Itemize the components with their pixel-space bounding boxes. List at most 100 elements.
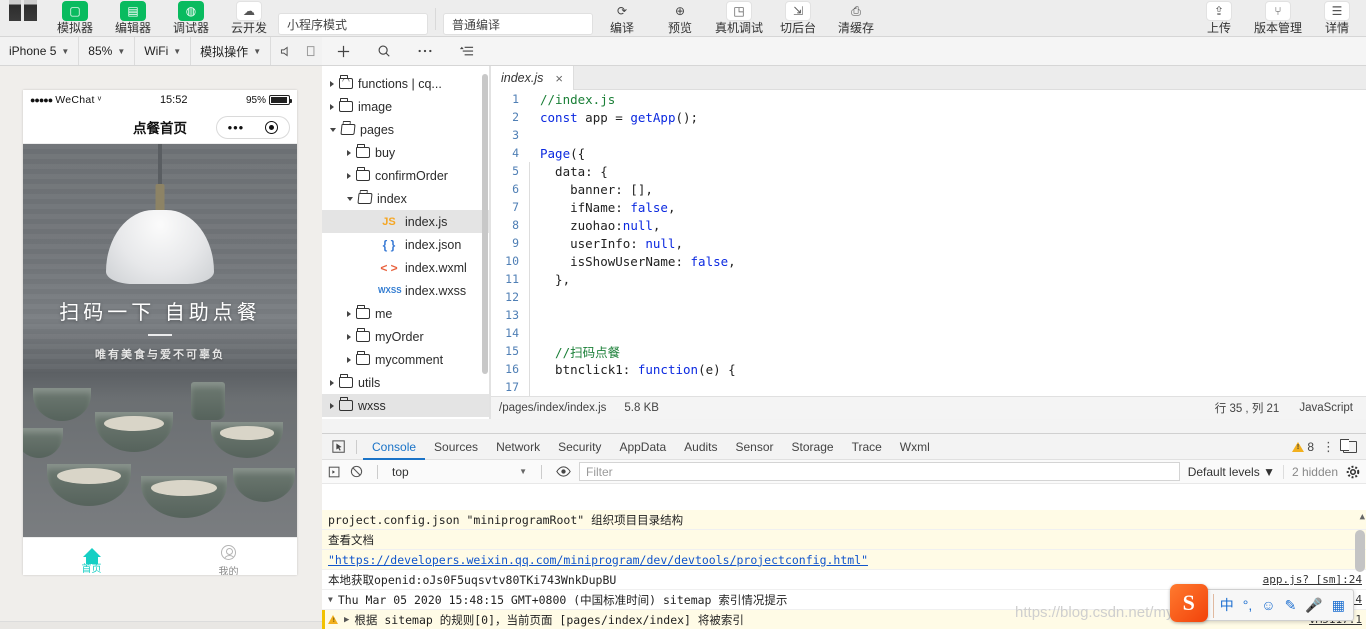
toolbar-background[interactable]: ⇲ 切后台: [769, 0, 827, 36]
devtools-tab-sources[interactable]: Sources: [425, 434, 487, 460]
devtools-tab-trace[interactable]: Trace: [843, 434, 891, 460]
tree-item[interactable]: utils: [322, 371, 489, 394]
devtools-tab-console[interactable]: Console: [363, 434, 425, 460]
chevron-down-icon[interactable]: [347, 196, 353, 201]
search-icon[interactable]: [377, 44, 391, 58]
console-log-row[interactable]: 查看文档: [322, 530, 1366, 550]
tab-index-js[interactable]: index.js ×: [491, 66, 574, 90]
rotate-icon[interactable]: [303, 43, 319, 59]
avatar[interactable]: [0, 0, 46, 36]
sogou-logo-icon[interactable]: S: [1169, 584, 1208, 622]
tree-item[interactable]: JSapp.js: [322, 417, 489, 419]
file-tree[interactable]: functions | cq... image pages buy confirmOrd…: [322, 66, 490, 419]
tree-item[interactable]: { } index.json: [322, 233, 489, 256]
chevron-right-icon[interactable]: [330, 80, 334, 87]
no-entry-icon[interactable]: [350, 465, 363, 478]
toolbar-upload[interactable]: ⇪ 上传: [1190, 0, 1248, 36]
toolbar-version[interactable]: ⑂ 版本管理: [1248, 0, 1308, 36]
context-select[interactable]: top ▼: [392, 463, 527, 481]
ime-chinese-toggle[interactable]: 中: [1220, 595, 1234, 615]
add-icon[interactable]: [336, 44, 351, 59]
tree-item[interactable]: index: [322, 187, 489, 210]
tree-item[interactable]: pages: [322, 118, 489, 141]
console-log-row[interactable]: project.config.json "miniprogramRoot" 组织…: [322, 510, 1366, 530]
expand-toggle-icon[interactable]: ▶: [344, 615, 349, 625]
chevron-right-icon[interactable]: [347, 172, 351, 179]
toolbar-device-debug[interactable]: ◳ 真机调试: [709, 0, 769, 36]
chevron-right-icon[interactable]: [347, 310, 351, 317]
toolbar-detail[interactable]: ☰ 详情: [1308, 0, 1366, 36]
toolbar-simulator[interactable]: ▢ 模拟器: [46, 0, 104, 36]
expand-toggle-icon[interactable]: ▼: [328, 595, 333, 604]
eye-icon[interactable]: [556, 465, 571, 478]
capsule-button[interactable]: •••: [216, 116, 290, 139]
file-tree-scrollbar[interactable]: [482, 74, 488, 374]
punctuation-icon[interactable]: °,: [1243, 597, 1253, 613]
tree-item[interactable]: < > index.wxml: [322, 256, 489, 279]
tree-item[interactable]: functions | cq...: [322, 72, 489, 95]
console-source-link[interactable]: app.js? [sm]:24: [1253, 573, 1362, 586]
console-filter-input[interactable]: [579, 462, 1180, 481]
tree-item[interactable]: confirmOrder: [322, 164, 489, 187]
capsule-close-icon[interactable]: [265, 121, 279, 134]
tab-me[interactable]: 我的: [160, 538, 297, 575]
capsule-menu-icon[interactable]: •••: [228, 121, 245, 134]
clear-console-icon[interactable]: [328, 465, 342, 479]
console-scrollbar[interactable]: [1355, 530, 1365, 572]
chevron-right-icon[interactable]: [347, 356, 351, 363]
log-levels-select[interactable]: Default levels ▼: [1188, 465, 1275, 479]
toolbar-compile[interactable]: ⟳ 编译: [593, 0, 651, 36]
console-log-row[interactable]: 本地获取openid:oJs0F5uqsvtv80TKi743WnkDupBU a…: [322, 570, 1366, 590]
tree-item[interactable]: buy: [322, 141, 489, 164]
outline-icon[interactable]: [459, 44, 474, 58]
tree-item[interactable]: mycomment: [322, 348, 489, 371]
volume-icon[interactable]: [277, 43, 293, 59]
hero-banner[interactable]: 扫码一下 自助点餐 唯有美食与爱不可辜负 开始点餐: [23, 144, 297, 537]
toolbar-debugger[interactable]: ◍ 调试器: [162, 0, 220, 36]
devtools-tab-sensor[interactable]: Sensor: [727, 434, 783, 460]
chevron-right-icon[interactable]: [330, 402, 334, 409]
devtools-tab-audits[interactable]: Audits: [675, 434, 726, 460]
devtools-tab-network[interactable]: Network: [487, 434, 549, 460]
tree-item[interactable]: myOrder: [322, 325, 489, 348]
chevron-down-icon[interactable]: [330, 127, 336, 132]
chevron-right-icon[interactable]: [330, 379, 334, 386]
qr-keyboard-icon[interactable]: ▦: [1332, 597, 1345, 614]
devtools-tab-appdata[interactable]: AppData: [610, 434, 675, 460]
tree-item[interactable]: JS index.js: [322, 210, 489, 233]
devtools-tab-wxml[interactable]: Wxml: [891, 434, 939, 460]
tree-item[interactable]: WXSS index.wxss: [322, 279, 489, 302]
tree-item[interactable]: wxss: [322, 394, 489, 417]
kebab-menu-icon[interactable]: ⋮: [1322, 440, 1335, 453]
emoji-icon[interactable]: ☺: [1261, 597, 1275, 613]
tree-item[interactable]: image: [322, 95, 489, 118]
mode-field[interactable]: 小程序模式: [278, 13, 428, 35]
devtools-tab-security[interactable]: Security: [549, 434, 610, 460]
tab-home[interactable]: 首页: [23, 538, 160, 575]
toolbar-clear-cache[interactable]: ⎙ 清缓存: [827, 0, 885, 36]
inspect-element-icon[interactable]: [328, 439, 350, 454]
simulate-operation-select[interactable]: 模拟操作 ▼: [191, 37, 272, 65]
toolbar-preview[interactable]: ⊕ 预览: [651, 0, 709, 36]
network-select[interactable]: WiFi ▼: [135, 37, 192, 65]
device-select[interactable]: iPhone 5 ▼: [0, 37, 80, 65]
pen-icon[interactable]: ✎: [1285, 597, 1297, 614]
settings-gear-icon[interactable]: [1346, 465, 1360, 479]
zoom-select[interactable]: 85% ▼: [79, 37, 136, 65]
console-scroll-up-arrow[interactable]: ▲: [1360, 512, 1365, 522]
warning-count[interactable]: 8: [1292, 440, 1314, 454]
devtools-tab-storage[interactable]: Storage: [783, 434, 843, 460]
toolbar-cloud[interactable]: ☁ 云开发: [220, 0, 278, 36]
compile-mode-field[interactable]: 普通编译: [443, 13, 593, 35]
toolbar-editor[interactable]: ▤ 编辑器: [104, 0, 162, 36]
more-icon[interactable]: [417, 44, 433, 58]
chevron-right-icon[interactable]: [347, 149, 351, 156]
dock-position-icon[interactable]: [1340, 438, 1357, 453]
tree-item[interactable]: me: [322, 302, 489, 325]
console-log-row[interactable]: "https://developers.weixin.qq.com/minipr…: [322, 550, 1366, 570]
chevron-right-icon[interactable]: [347, 333, 351, 340]
chevron-right-icon[interactable]: [330, 103, 334, 110]
mic-icon[interactable]: 🎤: [1305, 597, 1322, 614]
code-area[interactable]: 1 //index.js 2 const app = getApp(); 3 4 Page(…: [491, 90, 1366, 396]
close-icon[interactable]: ×: [555, 71, 563, 86]
